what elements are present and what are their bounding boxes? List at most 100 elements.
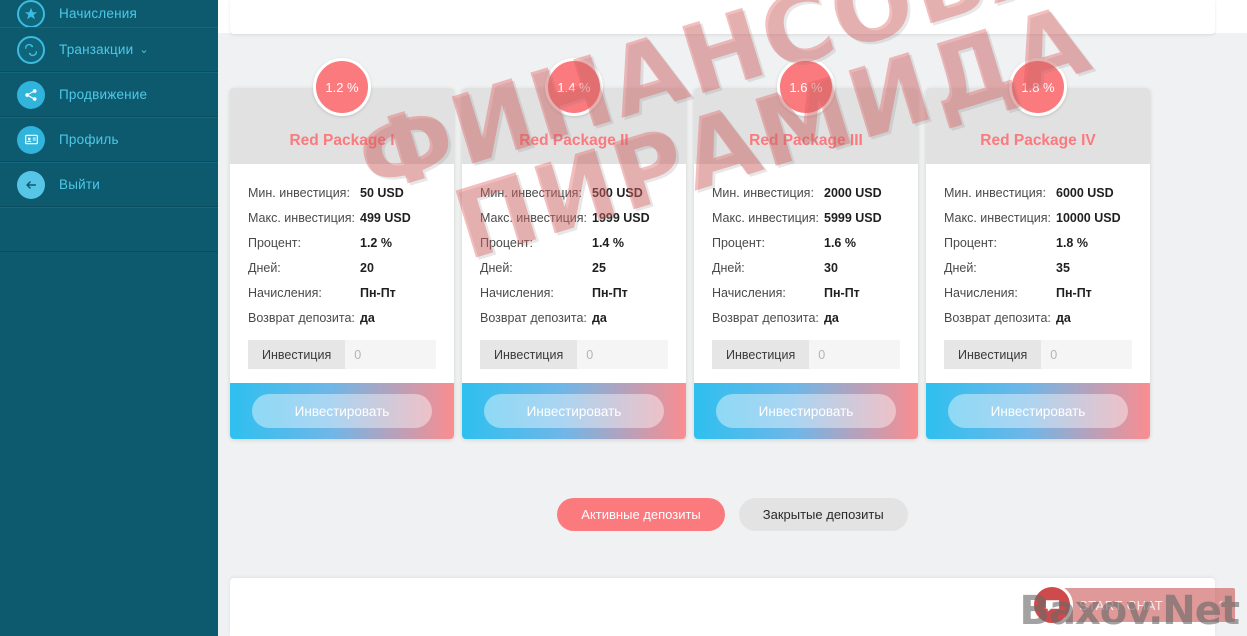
sidebar-item-label: Выйти xyxy=(59,177,100,192)
package-title: Red Package III xyxy=(749,132,863,149)
spec-label: Начисления: xyxy=(248,286,322,300)
spec-label: Возврат депозита: xyxy=(480,311,587,325)
package-footer: Инвестировать xyxy=(230,383,454,439)
spec-label: Процент: xyxy=(712,236,765,250)
spec-value: Пн-Пт xyxy=(592,286,628,300)
spec-label: Начисления: xyxy=(480,286,554,300)
spec-label: Дней: xyxy=(712,261,745,275)
spec-value: 1.6 % xyxy=(824,236,856,250)
investment-input-group: Инвестиция xyxy=(248,340,436,369)
spec-value: 1.4 % xyxy=(592,236,624,250)
spec-row-days: Дней: 25 xyxy=(480,261,668,275)
spec-value: Пн-Пт xyxy=(824,286,860,300)
investment-amount-input[interactable] xyxy=(1041,340,1132,369)
package-title: Red Package IV xyxy=(980,132,1096,149)
spec-label: Процент: xyxy=(248,236,301,250)
package-rate-badge: 1.2 % xyxy=(313,58,371,116)
spec-row-max: Макс. инвестиция: 1999 USD xyxy=(480,211,668,225)
share-icon xyxy=(17,80,45,109)
investment-amount-input[interactable] xyxy=(345,340,436,369)
sidebar-item-label: Начисления xyxy=(59,6,137,21)
invest-button[interactable]: Инвестировать xyxy=(484,394,664,428)
package-body: Мин. инвестиция: 2000 USD Макс. инвестиц… xyxy=(694,164,918,383)
spec-label: Макс. инвестиция: xyxy=(248,211,355,225)
spec-label: Дней: xyxy=(944,261,977,275)
spec-value: 50 USD xyxy=(360,186,404,200)
spec-label: Дней: xyxy=(480,261,513,275)
spec-row-refund: Возврат депозита: да xyxy=(248,311,436,325)
spec-label: Мин. инвестиция: xyxy=(712,186,814,200)
profile-card-icon xyxy=(17,125,45,154)
spec-value: 10000 USD xyxy=(1056,211,1121,225)
sidebar-item-accruals[interactable]: Начисления xyxy=(0,0,218,27)
spec-row-max: Макс. инвестиция: 499 USD xyxy=(248,211,436,225)
spec-label: Возврат депозита: xyxy=(712,311,819,325)
package-card: 1.6 % Red Package III Мин. инвестиция: 2… xyxy=(694,58,918,439)
spec-row-accrual: Начисления: Пн-Пт xyxy=(944,286,1132,300)
investment-input-group: Инвестиция xyxy=(944,340,1132,369)
package-card-list: 1.2 % Red Package I Мин. инвестиция: 50 … xyxy=(230,58,1235,439)
investment-addon-label: Инвестиция xyxy=(480,340,578,369)
spec-label: Возврат депозита: xyxy=(248,311,355,325)
package-body: Мин. инвестиция: 500 USD Макс. инвестици… xyxy=(462,164,686,383)
spec-value: 500 USD xyxy=(592,186,643,200)
spec-row-percent: Процент: 1.2 % xyxy=(248,236,436,250)
tab-closed-deposits[interactable]: Закрытые депозиты xyxy=(738,498,908,531)
spec-row-percent: Процент: 1.4 % xyxy=(480,236,668,250)
spec-row-accrual: Начисления: Пн-Пт xyxy=(480,286,668,300)
package-card: 1.4 % Red Package II Мин. инвестиция: 50… xyxy=(462,58,686,439)
spec-value: 2000 USD xyxy=(824,186,882,200)
sidebar-item-promotion[interactable]: Продвижение xyxy=(0,72,218,117)
spec-row-min: Мин. инвестиция: 500 USD xyxy=(480,186,668,200)
spec-row-days: Дней: 20 xyxy=(248,261,436,275)
package-title: Red Package II xyxy=(519,132,629,149)
tab-active-deposits[interactable]: Активные депозиты xyxy=(557,498,725,531)
spec-label: Процент: xyxy=(480,236,533,250)
spec-label: Макс. инвестиция: xyxy=(944,211,1051,225)
package-footer: Инвестировать xyxy=(694,383,918,439)
spec-row-max: Макс. инвестиция: 5999 USD xyxy=(712,211,900,225)
package-footer: Инвестировать xyxy=(462,383,686,439)
spec-value: Пн-Пт xyxy=(1056,286,1092,300)
spec-label: Дней: xyxy=(248,261,281,275)
spec-label: Возврат депозита: xyxy=(944,311,1051,325)
investment-addon-label: Инвестиция xyxy=(944,340,1042,369)
spec-row-days: Дней: 35 xyxy=(944,261,1132,275)
package-card: 1.2 % Red Package I Мин. инвестиция: 50 … xyxy=(230,58,454,439)
chevron-down-icon: ⌄ xyxy=(139,44,149,56)
spec-value: 25 xyxy=(592,261,606,275)
spec-value: 35 xyxy=(1056,261,1070,275)
app-root: Начисления Транзакции ⌄ Продвижение Проф… xyxy=(0,0,1247,636)
spec-row-min: Мин. инвестиция: 50 USD xyxy=(248,186,436,200)
spec-value: 499 USD xyxy=(360,211,411,225)
spec-value: 5999 USD xyxy=(824,211,882,225)
invest-button[interactable]: Инвестировать xyxy=(716,394,896,428)
accruals-icon xyxy=(17,0,45,27)
spec-label: Мин. инвестиция: xyxy=(480,186,582,200)
spec-value: 6000 USD xyxy=(1056,186,1114,200)
spec-row-accrual: Начисления: Пн-Пт xyxy=(712,286,900,300)
investment-amount-input[interactable] xyxy=(577,340,668,369)
transactions-icon xyxy=(17,35,45,64)
invest-button[interactable]: Инвестировать xyxy=(948,394,1128,428)
sidebar-item-logout[interactable]: Выйти xyxy=(0,162,218,207)
investment-addon-label: Инвестиция xyxy=(712,340,810,369)
sidebar: Начисления Транзакции ⌄ Продвижение Проф… xyxy=(0,0,218,636)
spec-value: 30 xyxy=(824,261,838,275)
spec-label: Начисления: xyxy=(944,286,1018,300)
spec-row-percent: Процент: 1.6 % xyxy=(712,236,900,250)
investment-amount-input[interactable] xyxy=(809,340,900,369)
sidebar-item-label: Профиль xyxy=(59,132,119,147)
spec-label: Мин. инвестиция: xyxy=(944,186,1046,200)
sidebar-item-accruals-clipped[interactable]: Начисления xyxy=(0,0,218,27)
sidebar-item-profile[interactable]: Профиль xyxy=(0,117,218,162)
spec-value: да xyxy=(824,311,839,325)
spec-label: Макс. инвестиция: xyxy=(480,211,587,225)
sidebar-item-transactions[interactable]: Транзакции ⌄ xyxy=(0,27,218,72)
spec-value: Пн-Пт xyxy=(360,286,396,300)
package-card: 1.8 % Red Package IV Мин. инвестиция: 60… xyxy=(926,58,1150,439)
spec-value: 1999 USD xyxy=(592,211,650,225)
package-rate-badge: 1.8 % xyxy=(1009,58,1067,116)
invest-button[interactable]: Инвестировать xyxy=(252,394,432,428)
spec-label: Макс. инвестиция: xyxy=(712,211,819,225)
